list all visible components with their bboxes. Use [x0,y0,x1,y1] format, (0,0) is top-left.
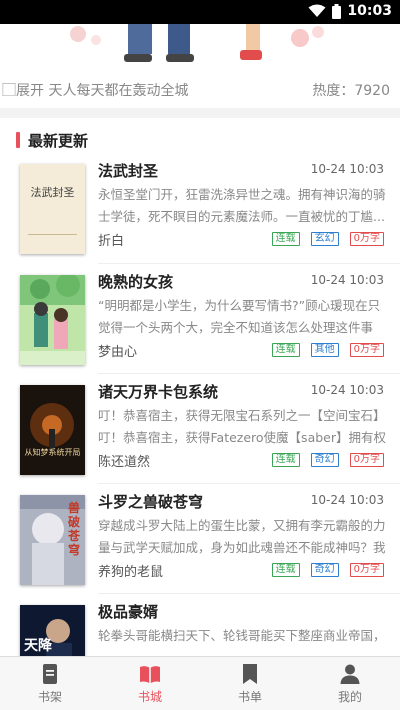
update-time: 10-24 10:03 [310,273,384,287]
section-divider [0,108,400,118]
status-tag: 连载 [271,563,300,577]
bottom-tab-bar: 书架 书城 书单 我的 [0,656,400,710]
book-title[interactable]: 法武封圣 [98,160,158,181]
cover-art [20,275,85,365]
book-author: 养狗的老鼠 [98,565,164,580]
genre-tag: 其他 [310,343,339,357]
update-time: 10-24 10:03 [310,383,384,397]
book-tags: 连载 其他 0万字 [271,343,384,357]
wordcount-tag: 0万字 [349,343,384,357]
book-author: 梦由心 [98,345,138,360]
battery-icon [332,3,342,19]
open-book-icon [140,665,160,683]
book-author: 折白 [98,234,125,249]
tab-bookstore[interactable]: 书城 [100,657,200,710]
cover-title: 兽破苍穹 [68,501,81,557]
tab-bookshelf[interactable]: 书架 [0,657,100,710]
section-title: 最新更新 [28,131,89,150]
cover-art [20,385,85,475]
book-item[interactable]: 法武封圣 法武封圣 10-24 10:03 永恒圣堂门开，狂雷洗涤异世之魂。拥有… [0,160,400,270]
book-title[interactable]: 诸天万界卡包系统 [98,381,218,402]
heat-count: 热度：7920 [312,83,390,99]
book-item[interactable]: 从知梦系统开局 诸天万界卡包系统 10-24 10:03 叮！恭喜宿主，获得无限… [0,381,400,491]
tab-label: 我的 [337,689,362,704]
wordcount-tag: 0万字 [349,563,384,577]
book-description: 穿越成斗罗大陆上的蛋生比蒙，又拥有李元霸般的力量与武学天赋加成，身为如此魂兽还不… [98,518,386,555]
update-time: 10-24 10:03 [310,493,384,507]
status-tag: 连载 [271,453,300,467]
book-description: 叮！恭喜宿主，获得无限宝石系列之一【空间宝石】叮！恭喜宿主，获得Fatezero… [98,408,386,445]
row-divider [98,483,400,484]
bookmark-icon [243,663,257,684]
book-tags: 连载 奇幻 0万字 [271,563,384,577]
book-title[interactable]: 极品豪婿 [98,601,158,622]
book-item[interactable]: 晚熟的女孩 10-24 10:03 “明明都是小学生，为什么要写情书?”顾心瑗现… [0,271,400,381]
banner-art [70,24,324,62]
genre-tag: 玄幻 [310,232,339,246]
banner-illustration[interactable] [0,24,400,70]
tab-label: 书架 [37,689,62,704]
tab-profile[interactable]: 我的 [300,657,400,710]
book-cover[interactable]: 天降 [20,605,85,656]
banner-info: ⃞展开 天人每天都在轰动全城 热度：7920 [0,76,400,102]
update-time: 10-24 10:03 [310,162,384,176]
book-cover[interactable]: 法武封圣 [20,164,85,254]
cover-line [28,234,77,235]
book-cover[interactable] [20,275,85,365]
section-header: 最新更新 [16,130,88,150]
wordcount-tag: 0万字 [349,232,384,246]
genre-tag: 奇幻 [310,453,339,467]
cover-title: 从知梦系统开局 [24,448,81,457]
banner-tagline[interactable]: ⃞展开 天人每天都在轰动全城 [16,80,188,100]
wordcount-tag: 0万字 [349,453,384,467]
book-cover[interactable]: 兽破苍穹 [20,495,85,585]
book-tags: 连载 玄幻 0万字 [271,232,384,246]
status-bar: 10:03 [0,0,400,24]
user-icon [340,664,360,684]
book-description: “明明都是小学生，为什么要写情书?”顾心瑗现在只觉得一个头两个大，完全不知道该怎… [98,298,381,335]
row-divider [98,263,400,264]
book-title[interactable]: 斗罗之兽破苍穹 [98,491,203,512]
status-tag: 连载 [271,232,300,246]
row-divider [98,373,400,374]
book-title[interactable]: 晚熟的女孩 [98,271,173,292]
book-description: 永恒圣堂门开，狂雷洗涤异世之魂。拥有神识海的骑士学徒，死不瞑目的元素魔法师。一直… [98,187,386,224]
cover-title: 天降 [24,638,52,654]
genre-tag: 奇幻 [310,563,339,577]
wifi-icon [308,4,326,17]
cover-title: 法武封圣 [30,186,75,199]
book-item[interactable]: 天降 极品豪婿 轮拳头哥能横扫天下、轮钱哥能买下整座商业帝国， [0,601,400,656]
tab-booklist[interactable]: 书单 [200,657,300,710]
clock: 10:03 [347,3,392,19]
tab-label: 书单 [237,689,262,704]
section-accent-bar [16,132,20,148]
book-item[interactable]: 兽破苍穹 斗罗之兽破苍穹 10-24 10:03 穿越成斗罗大陆上的蛋生比蒙，又… [0,491,400,601]
book-author: 陈还道然 [98,455,151,470]
tab-label: 书城 [137,689,162,704]
book-tags: 连载 奇幻 0万字 [271,453,384,467]
status-tag: 连载 [271,343,300,357]
book-description: 轮拳头哥能横扫天下、轮钱哥能买下整座商业帝国， [98,628,386,643]
row-divider [98,593,400,594]
bookshelf-icon [43,663,57,684]
book-cover[interactable]: 从知梦系统开局 [20,385,85,475]
